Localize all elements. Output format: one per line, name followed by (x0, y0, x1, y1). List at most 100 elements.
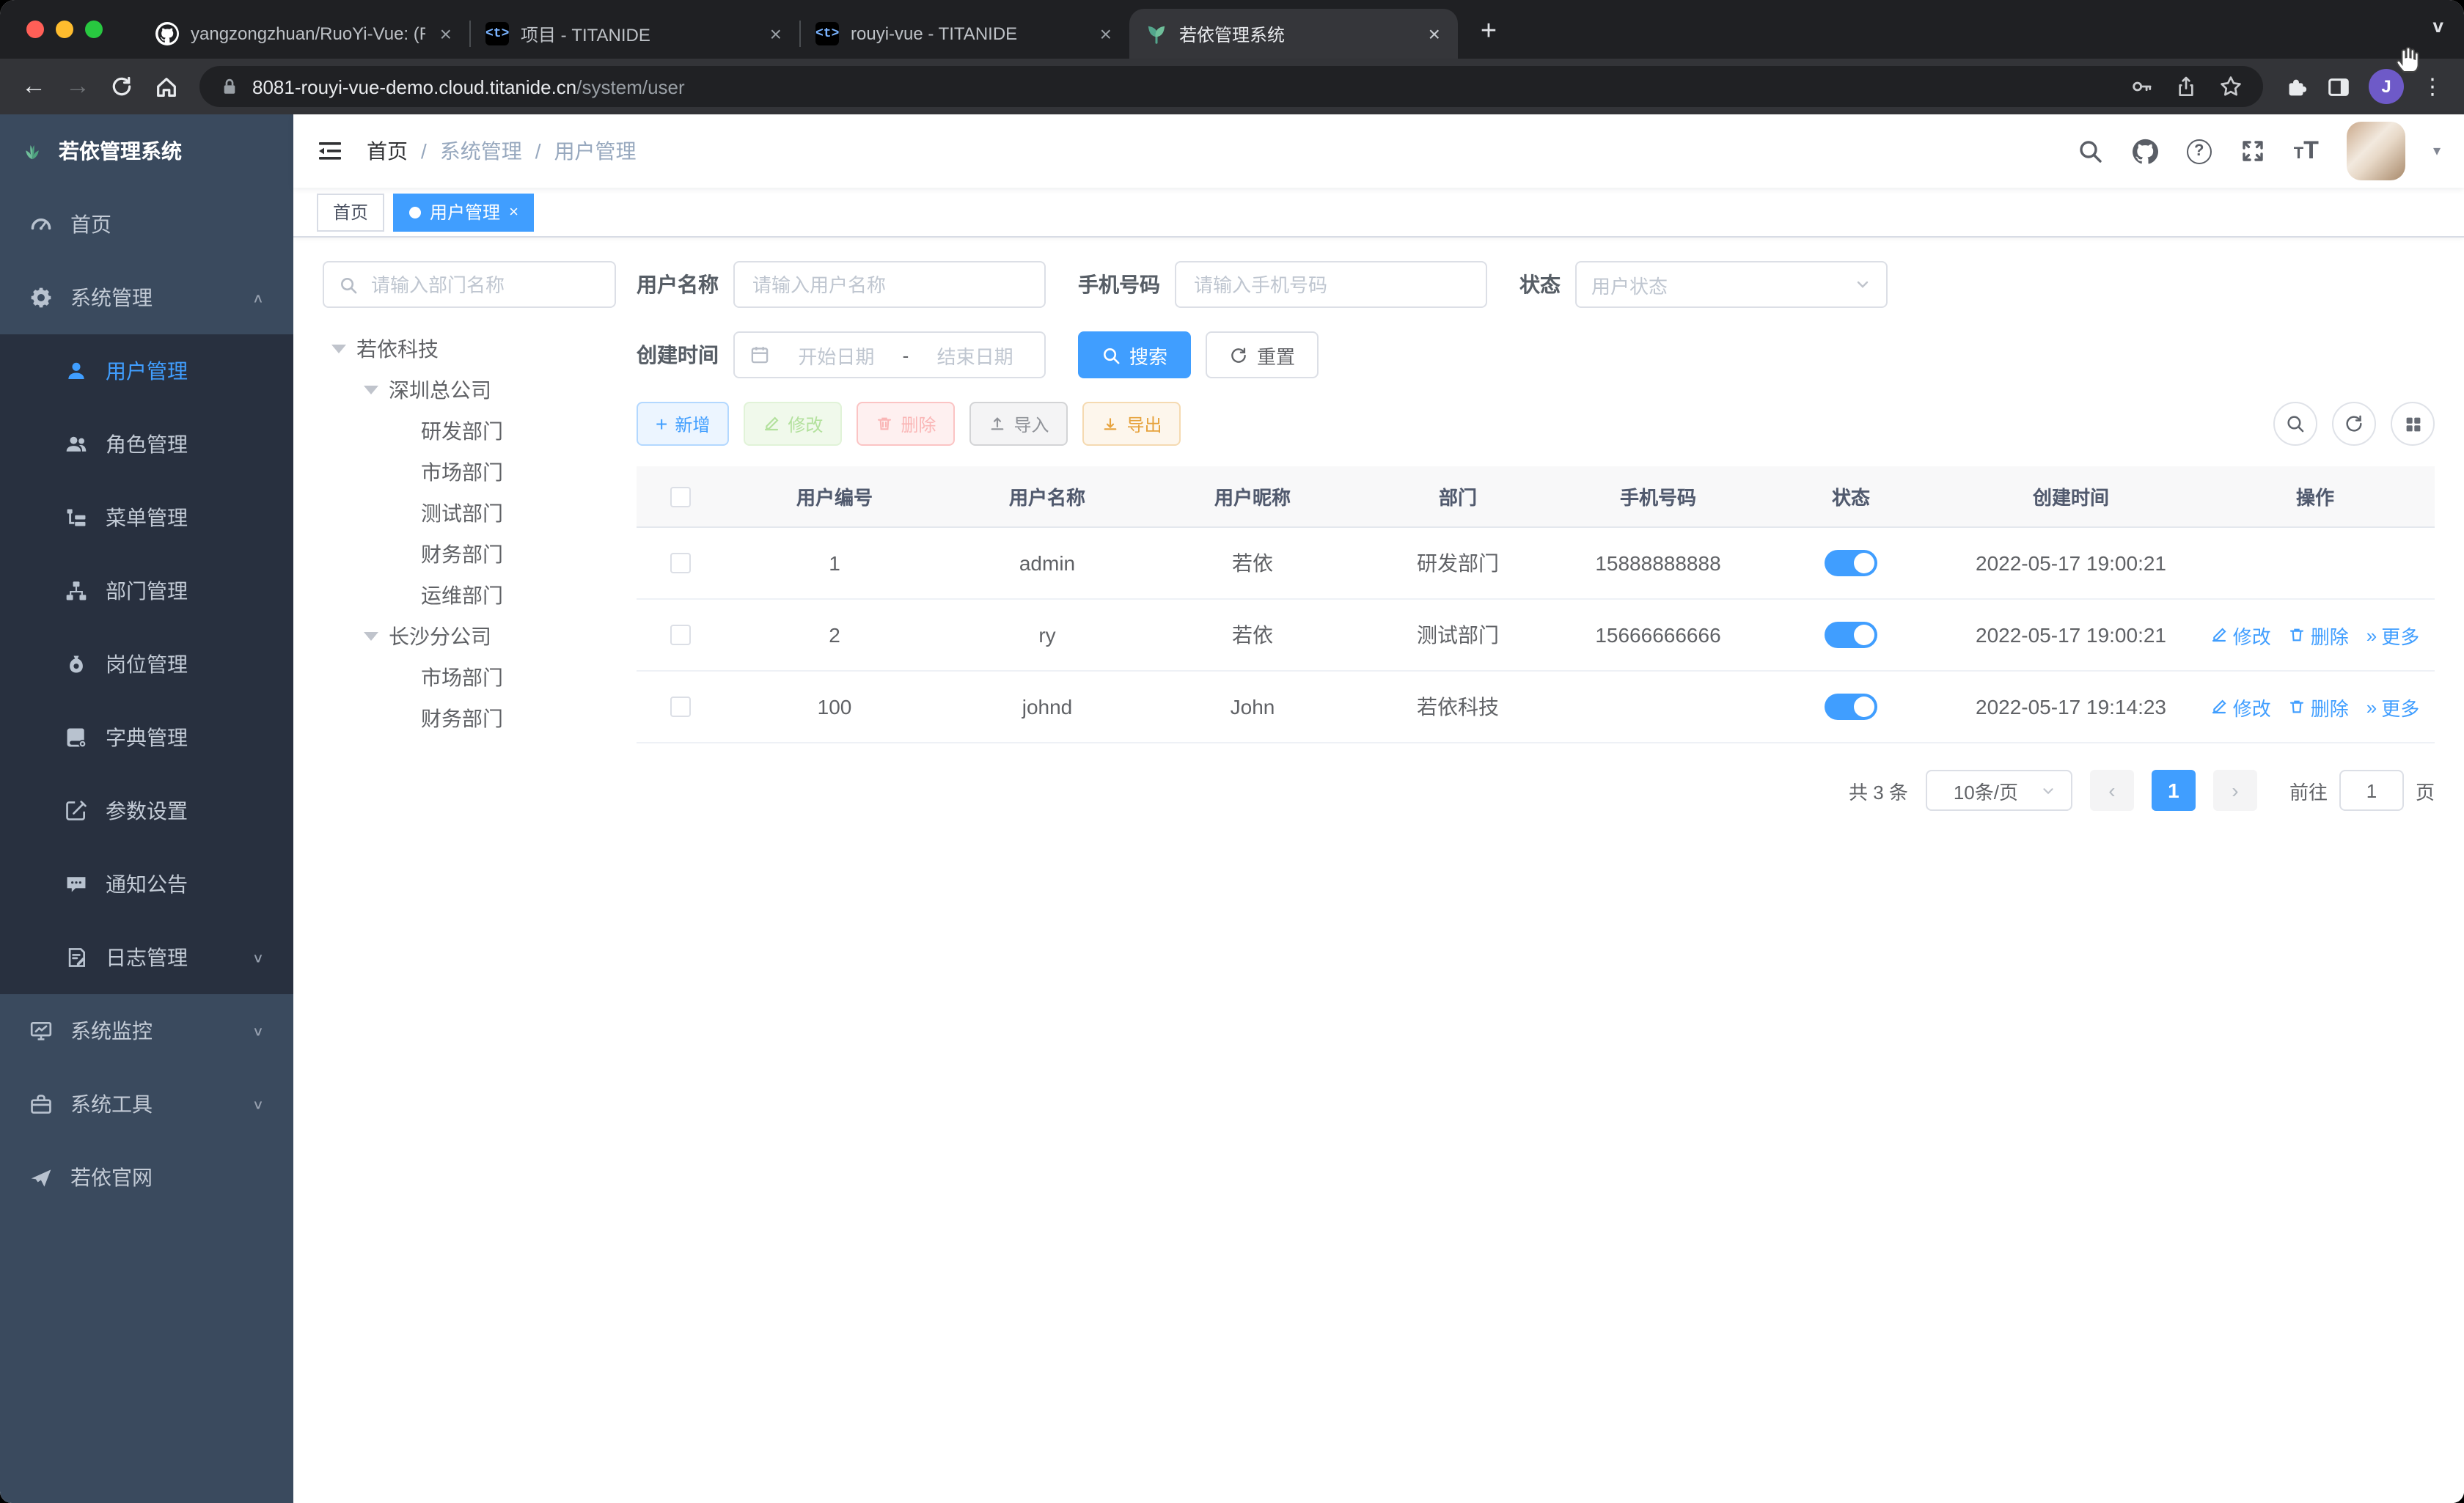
columns-grid-icon[interactable] (2391, 402, 2435, 446)
next-page-button[interactable]: › (2212, 770, 2257, 811)
tree-node[interactable]: 财务部门 (323, 534, 616, 575)
reload-icon[interactable] (100, 65, 144, 109)
tree-node[interactable]: 财务部门 (323, 698, 616, 739)
extensions-puzzle-icon[interactable] (2284, 74, 2309, 99)
github-icon[interactable] (2131, 137, 2159, 165)
sidebar-item-system[interactable]: 系统管理 ∧ (0, 261, 293, 334)
tab-titanide-project[interactable]: <t> 项目 - TITANIDE × (471, 9, 799, 59)
status-select[interactable]: 用户状态 (1575, 261, 1888, 308)
address-bar[interactable]: 8081-rouyi-vue-demo.cloud.titanide.cn/sy… (199, 66, 2263, 107)
window-minimize-button[interactable] (56, 21, 73, 38)
dept-search-input[interactable] (368, 272, 600, 297)
sidebar-item-home[interactable]: 首页 (0, 188, 293, 261)
goto-page-input[interactable] (2339, 770, 2404, 811)
row-checkbox[interactable] (670, 625, 691, 645)
sidebar-item-users[interactable]: 用户管理 (0, 334, 293, 408)
page-size-select[interactable]: 10条/页 (1925, 770, 2072, 811)
font-size-icon[interactable]: TT (2294, 136, 2319, 166)
share-icon[interactable] (2175, 75, 2197, 98)
column-header[interactable]: 用户昵称 (1150, 482, 1355, 510)
sidebar-item-roles[interactable]: 角色管理 (0, 408, 293, 481)
row-delete-link[interactable]: 删除 (2289, 621, 2349, 649)
date-range-picker[interactable]: 开始日期 - 结束日期 (733, 331, 1046, 378)
tab-search-chevron-icon[interactable]: v (2433, 15, 2443, 37)
caret-down-icon[interactable] (331, 345, 346, 353)
sidebar-item-logs[interactable]: 日志管理 ∨ (0, 921, 293, 994)
row-more-link[interactable]: » 更多 (2366, 621, 2420, 649)
date-start-placeholder[interactable]: 开始日期 (782, 341, 891, 369)
app-logo[interactable]: 若依管理系统 (0, 114, 293, 188)
current-page-button[interactable]: 1 (2151, 770, 2196, 811)
tab-ruoyi-active[interactable]: 若依管理系统 × (1129, 9, 1458, 59)
window-close-button[interactable] (26, 21, 44, 38)
help-question-icon[interactable]: ? (2186, 139, 2212, 163)
prev-page-button[interactable]: ‹ (2089, 770, 2134, 811)
tree-node[interactable]: 市场部门 (323, 452, 616, 493)
username-inputbox[interactable] (733, 261, 1046, 308)
tab-rouyi-vue[interactable]: <t> rouyi-vue - TITANIDE × (801, 9, 1129, 59)
sidebar-item-tools[interactable]: 系统工具 ∨ (0, 1067, 293, 1141)
sidebar-item-website[interactable]: 若依官网 (0, 1141, 293, 1214)
tag-close-icon[interactable]: × (509, 203, 518, 221)
edit-button[interactable]: 修改 (744, 402, 843, 446)
delete-button[interactable]: 删除 (857, 402, 956, 446)
header-search-icon[interactable] (2077, 138, 2103, 164)
column-header[interactable]: 用户编号 (725, 482, 945, 510)
reset-button[interactable]: 重置 (1206, 331, 1319, 378)
status-toggle[interactable] (1825, 694, 1877, 720)
refresh-icon[interactable] (2332, 402, 2376, 446)
new-tab-button[interactable]: + (1467, 10, 1511, 54)
column-header[interactable]: 用户名称 (945, 482, 1150, 510)
tree-node[interactable]: 运维部门 (323, 575, 616, 616)
tab-close-icon[interactable]: × (1097, 22, 1115, 45)
url-text[interactable]: 8081-rouyi-vue-demo.cloud.titanide.cn/sy… (252, 76, 685, 98)
tree-node[interactable]: 市场部门 (323, 657, 616, 698)
forward-icon[interactable]: → (56, 65, 100, 109)
column-header[interactable]: 状态 (1756, 482, 1946, 510)
select-all-checkbox[interactable] (670, 486, 691, 507)
phone-input[interactable] (1191, 272, 1471, 297)
username-input[interactable] (749, 272, 1030, 297)
date-end-placeholder[interactable]: 结束日期 (920, 341, 1030, 369)
row-delete-link[interactable]: 删除 (2289, 693, 2349, 721)
row-edit-link[interactable]: 修改 (2211, 621, 2271, 649)
row-checkbox[interactable] (670, 697, 691, 717)
tab-close-icon[interactable]: × (767, 22, 785, 45)
toggle-search-icon[interactable] (2273, 402, 2317, 446)
sidebar-item-monitor[interactable]: 系统监控 ∨ (0, 994, 293, 1067)
sidebar-item-menus[interactable]: 菜单管理 (0, 481, 293, 554)
side-panel-icon[interactable] (2326, 74, 2351, 99)
tab-close-icon[interactable]: × (1426, 22, 1443, 45)
sidebar-item-depts[interactable]: 部门管理 (0, 554, 293, 628)
fullscreen-icon[interactable] (2240, 138, 2266, 164)
caret-down-icon[interactable] (364, 632, 378, 641)
sidebar-item-posts[interactable]: 岗位管理 (0, 628, 293, 701)
tree-node[interactable]: 若依科技 (323, 328, 616, 370)
sidebar-item-notices[interactable]: 通知公告 (0, 848, 293, 921)
tree-node[interactable]: 长沙分公司 (323, 616, 616, 657)
caret-down-icon[interactable] (364, 386, 378, 394)
search-button[interactable]: 搜索 (1078, 331, 1192, 378)
export-button[interactable]: 导出 (1082, 402, 1181, 446)
tab-github[interactable]: yangzongzhuan/RuoYi-Vue: (Ru × (141, 9, 469, 59)
sidebar-fold-icon[interactable] (317, 138, 343, 164)
tree-node[interactable]: 测试部门 (323, 493, 616, 534)
dept-search-inputbox[interactable] (323, 261, 616, 308)
tree-node[interactable]: 深圳总公司 (323, 370, 616, 411)
column-header[interactable]: 创建时间 (1946, 482, 2196, 510)
tag-home[interactable]: 首页 (317, 193, 385, 231)
password-key-icon[interactable] (2130, 75, 2153, 98)
sidebar-item-params[interactable]: 参数设置 (0, 774, 293, 848)
tree-node[interactable]: 研发部门 (323, 411, 616, 452)
column-header[interactable]: 部门 (1355, 482, 1561, 510)
user-avatar[interactable] (2346, 122, 2405, 180)
add-button[interactable]: + 新增 (637, 402, 730, 446)
status-toggle[interactable] (1825, 550, 1877, 576)
column-header[interactable]: 操作 (2196, 482, 2435, 510)
sidebar-item-dict[interactable]: 字典管理 (0, 701, 293, 774)
window-zoom-button[interactable] (85, 21, 103, 38)
bookmark-star-icon[interactable] (2219, 75, 2243, 98)
avatar-caret-down-icon[interactable]: ▾ (2433, 143, 2441, 159)
home-icon[interactable] (144, 65, 188, 109)
browser-menu-dots-icon[interactable]: ⋮ (2421, 73, 2443, 100)
